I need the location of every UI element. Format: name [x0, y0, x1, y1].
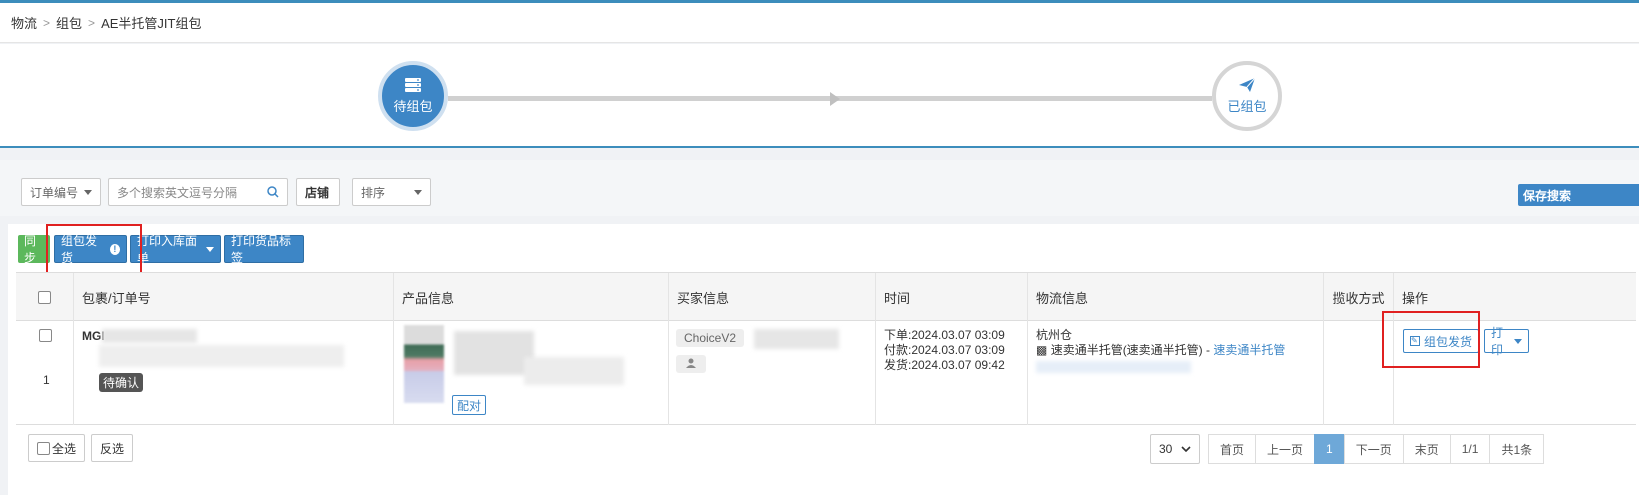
page-current[interactable]: 1 — [1314, 434, 1345, 464]
redacted-buyer-name — [754, 329, 839, 349]
shop-button[interactable]: 店铺 — [296, 178, 340, 206]
page-size-select[interactable]: 30 — [1150, 434, 1200, 464]
redacted-product-sku — [524, 357, 624, 385]
page-next[interactable]: 下一页 — [1343, 434, 1404, 464]
row-print-button[interactable]: 打印 — [1484, 326, 1529, 357]
redacted-tracking — [1036, 361, 1191, 373]
caret-down-icon — [1514, 338, 1522, 344]
caret-down-icon — [84, 189, 92, 195]
caret-down-icon — [206, 246, 214, 252]
redacted-product-title — [454, 331, 534, 375]
page-last[interactable]: 末页 — [1402, 434, 1451, 464]
row-checkbox[interactable] — [39, 329, 52, 342]
print-inbound-button[interactable]: 打印入库面单 — [130, 234, 221, 265]
search-input[interactable]: 多个搜索英文逗号分隔 — [108, 178, 288, 206]
orders-table: 包裹/订单号 产品信息 买家信息 时间 物流信息 揽收方式 操作 1 MGI 待… — [16, 272, 1636, 425]
chevron-down-icon — [1181, 446, 1191, 452]
user-icon — [686, 358, 696, 368]
header-buyer: 买家信息 — [669, 273, 876, 321]
print-label-button[interactable]: 打印货品标签 — [224, 234, 304, 265]
row-index: 1 — [43, 373, 50, 387]
logistics-method: ▩ 速卖通半托管(速卖通半托管) - 速卖通半托管 — [1036, 343, 1323, 358]
step-packed-label: 已组包 — [1227, 99, 1267, 114]
arrow-right-icon — [830, 92, 840, 106]
filter-bar: 订单编号 多个搜索英文逗号分隔 店铺 排序 保存搜索 — [0, 160, 1639, 216]
step-pending-label: 待组包 — [393, 99, 433, 114]
header-product: 产品信息 — [394, 273, 669, 321]
redacted-order-id — [102, 329, 197, 343]
progress-steps: 待组包 已组包 — [0, 44, 1639, 199]
main-panel: 同步 组包发货 ! 打印入库面单 打印货品标签 包裹/订单号 产品信息 买家信息… — [8, 224, 1639, 495]
redacted-order-detail — [99, 345, 344, 367]
breadcrumb-item-pack[interactable]: 组包 — [56, 13, 82, 32]
product-thumbnail — [404, 325, 444, 403]
page-first[interactable]: 首页 — [1208, 434, 1257, 464]
select-all-footer-checkbox[interactable] — [37, 441, 50, 455]
caret-down-icon — [414, 189, 422, 195]
product-cell: 配对 — [394, 321, 669, 425]
actions-cell: ✎ 组包发货 打印 — [1382, 311, 1636, 425]
page-info: 1/1 — [1449, 434, 1491, 464]
buyer-channel-tag: ChoiceV2 — [676, 329, 745, 347]
package-cell: MGI 待确认 — [74, 321, 394, 425]
warehouse-name: 杭州仓 — [1036, 328, 1073, 342]
invert-selection-button[interactable]: 反选 — [91, 434, 134, 462]
time-cell: 下单:2024.03.07 03:09 付款:2024.03.07 03:09 … — [876, 321, 1028, 425]
total-count: 共1条 — [1489, 434, 1545, 464]
step-packed[interactable]: 已组包 — [1212, 61, 1282, 131]
row-checkbox-cell: 1 — [16, 321, 74, 425]
time-shipped: 发货:2024.03.07 09:42 — [884, 358, 1005, 372]
paper-plane-icon — [1239, 77, 1256, 92]
buyer-cell: ChoiceV2 — [669, 321, 876, 425]
time-paid: 付款:2024.03.07 03:09 — [884, 343, 1005, 357]
logistics-method-text: 速卖通半托管(速卖通半托管) - — [1050, 343, 1214, 357]
truck-icon: ▩ — [1036, 343, 1048, 357]
chevron-right-icon: > — [88, 15, 96, 30]
select-all-button[interactable]: 全选 — [28, 434, 86, 462]
logistics-link[interactable]: 速卖通半托管 — [1213, 343, 1285, 357]
page-prev[interactable]: 上一页 — [1255, 434, 1316, 464]
search-placeholder: 多个搜索英文逗号分隔 — [117, 185, 238, 200]
header-time: 时间 — [876, 273, 1028, 321]
pagination: 首页 上一页 1 下一页 末页 1/1 共1条 — [1208, 434, 1545, 464]
header-logistics: 物流信息 — [1028, 273, 1324, 321]
buyer-avatar — [676, 355, 706, 373]
breadcrumb: 物流 > 组包 > AE半托管JIT组包 — [0, 3, 1639, 43]
breadcrumb-item-current: AE半托管JIT组包 — [101, 16, 202, 31]
match-button[interactable]: 配对 — [452, 395, 487, 415]
header-checkbox-cell — [16, 273, 74, 321]
breadcrumb-item-logistics[interactable]: 物流 — [11, 13, 37, 32]
select-all-checkbox[interactable] — [38, 290, 51, 304]
header-package: 包裹/订单号 — [74, 273, 394, 321]
time-ordered: 下单:2024.03.07 03:09 — [884, 328, 1005, 342]
logistics-cell: 杭州仓 ▩ 速卖通半托管(速卖通半托管) - 速卖通半托管 — [1028, 321, 1324, 425]
server-stack-icon — [405, 78, 421, 92]
status-badge: 待确认 — [99, 373, 144, 392]
table-row: 1 MGI 待确认 配对 ChoiceV2 下单:2024.03.07 03:0… — [16, 311, 1636, 425]
save-search-button[interactable]: 保存搜索 — [1518, 184, 1639, 206]
sort-select[interactable]: 排序 — [352, 178, 431, 206]
chevron-right-icon: > — [43, 15, 51, 30]
highlight-box-row-action — [1382, 311, 1480, 368]
order-field-select[interactable]: 订单编号 — [21, 178, 101, 206]
search-icon — [267, 186, 279, 198]
step-pending-pack[interactable]: 待组包 — [378, 61, 448, 131]
highlight-box-toolbar — [46, 224, 142, 279]
